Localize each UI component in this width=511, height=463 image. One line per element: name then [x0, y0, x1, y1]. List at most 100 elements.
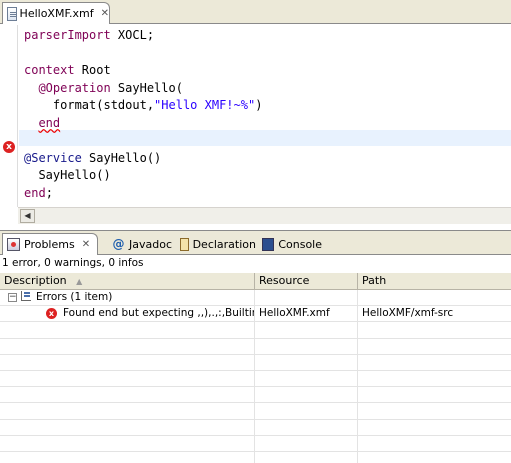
- close-icon[interactable]: ✕: [82, 239, 90, 250]
- close-icon[interactable]: ✕: [101, 8, 109, 19]
- column-resource[interactable]: Resource: [255, 273, 358, 290]
- code-token: context: [24, 63, 75, 77]
- code-token: Root: [74, 63, 111, 77]
- tab-problems[interactable]: Problems ✕: [2, 233, 98, 255]
- editor-tab-bar: HelloXMF.xmf ✕: [0, 0, 511, 24]
- code-line: @Operation SayHello(: [24, 80, 504, 98]
- problems-panel: Problems ✕ @ Javadoc Declaration Console…: [0, 230, 511, 463]
- code-token: SayHello(: [110, 80, 183, 95]
- empty-row: [0, 338, 511, 355]
- file-icon: [7, 6, 17, 21]
- column-description[interactable]: Description ▲: [0, 273, 255, 290]
- console-icon: [262, 237, 275, 251]
- error-icon: x: [46, 308, 57, 320]
- empty-row: [0, 322, 511, 339]
- code-token: @Service: [24, 150, 82, 165]
- code-token: format(stdout,: [24, 98, 155, 112]
- code-line: context Root: [24, 62, 504, 80]
- empty-cell: [358, 322, 511, 338]
- code-token: ): [255, 98, 263, 112]
- code-token: @Operation: [38, 80, 111, 95]
- code-token: SayHello(): [24, 168, 111, 182]
- empty-row: [0, 403, 511, 420]
- empty-cell: [358, 387, 511, 403]
- table-body: − Errors (1 item) x Found end but expectin…: [0, 290, 511, 463]
- editor-ruler: x: [0, 25, 18, 207]
- error-marker-icon[interactable]: x: [3, 141, 15, 153]
- empty-cell: [255, 451, 358, 463]
- empty-cell: [0, 451, 255, 463]
- empty-row: [0, 370, 511, 388]
- error-resource: HelloXMF.xmf: [255, 306, 358, 323]
- panel-tab-bar: Problems ✕ @ Javadoc Declaration Console: [0, 231, 511, 255]
- code-line: SayHello(): [24, 167, 504, 185]
- editor: HelloXMF.xmf ✕ x parserImport XOCL; conte…: [0, 0, 511, 226]
- table-row[interactable]: x Found end but expecting ,,),.,:,Builtin…: [0, 306, 511, 323]
- empty-cell: [0, 354, 255, 371]
- collapse-icon[interactable]: −: [8, 293, 17, 302]
- sort-ascending-icon: ▲: [76, 277, 83, 286]
- empty-cell: [358, 339, 511, 355]
- empty-cell: [358, 452, 511, 463]
- declaration-icon: [180, 237, 189, 251]
- empty-cell: [358, 371, 511, 387]
- empty-cell: [0, 338, 255, 355]
- code-token: "Hello XMF!~%": [154, 98, 256, 112]
- tab-declaration-label: Declaration: [192, 237, 256, 251]
- empty-cell: [358, 403, 511, 419]
- empty-row: [0, 354, 511, 371]
- code-token: end: [24, 185, 46, 200]
- empty-cell: [358, 420, 511, 436]
- code-line: end: [24, 115, 504, 133]
- empty-cell: [0, 387, 255, 404]
- group-label: Errors (1 item): [36, 291, 113, 303]
- error-path: HelloXMF/xmf-src: [362, 307, 454, 320]
- group-row-errors[interactable]: − Errors (1 item): [0, 290, 511, 307]
- tab-javadoc[interactable]: @ Javadoc: [108, 233, 174, 255]
- code-area[interactable]: parserImport XOCL; context Root @Operatio…: [24, 27, 504, 202]
- empty-cell: [0, 435, 255, 452]
- empty-cell: [0, 403, 255, 420]
- horizontal-scrollbar[interactable]: ◀: [18, 207, 511, 224]
- code-token: end: [38, 115, 61, 130]
- empty-cell: [255, 435, 358, 452]
- code-token: ;: [45, 185, 53, 200]
- tab-javadoc-label: Javadoc: [129, 237, 172, 251]
- column-description-label: Description: [4, 274, 67, 287]
- empty-row: [0, 419, 511, 436]
- javadoc-icon: @: [112, 236, 125, 251]
- empty-cell: [255, 387, 358, 404]
- empty-cell: [255, 370, 358, 387]
- empty-cell: [255, 338, 358, 355]
- problems-icon: [7, 238, 20, 251]
- code-token: parserImport: [24, 28, 111, 42]
- tab-console-label: Console: [278, 237, 322, 251]
- empty-cell: [0, 419, 255, 436]
- code-line: parserImport XOCL;: [24, 27, 504, 45]
- problems-table: Description ▲ Resource Path − Errors (1 i…: [0, 273, 511, 463]
- error-description: Found end but expecting ,,),.,:,Builtin(…: [63, 307, 255, 320]
- code-line: @Service SayHello(): [24, 150, 504, 168]
- empty-row: [0, 387, 511, 404]
- tab-problems-label: Problems: [24, 238, 75, 251]
- empty-cell: [255, 354, 358, 371]
- empty-cell: [358, 355, 511, 371]
- editor-tab-helloxmf[interactable]: HelloXMF.xmf ✕: [2, 2, 110, 24]
- empty-cell: [255, 419, 358, 436]
- problems-summary: 1 error, 0 warnings, 0 infos: [2, 257, 144, 269]
- errors-group-icon: [21, 291, 31, 301]
- column-path[interactable]: Path: [358, 273, 511, 290]
- code-line: end;: [24, 185, 504, 203]
- scroll-left-icon[interactable]: ◀: [20, 209, 35, 223]
- tab-console[interactable]: Console: [258, 233, 322, 255]
- empty-row: [0, 451, 511, 463]
- empty-cell: [0, 370, 255, 387]
- editor-tab-label: HelloXMF.xmf: [19, 7, 94, 20]
- code-token: SayHello(): [81, 150, 162, 165]
- tab-declaration[interactable]: Declaration: [176, 233, 256, 255]
- empty-row: [0, 435, 511, 452]
